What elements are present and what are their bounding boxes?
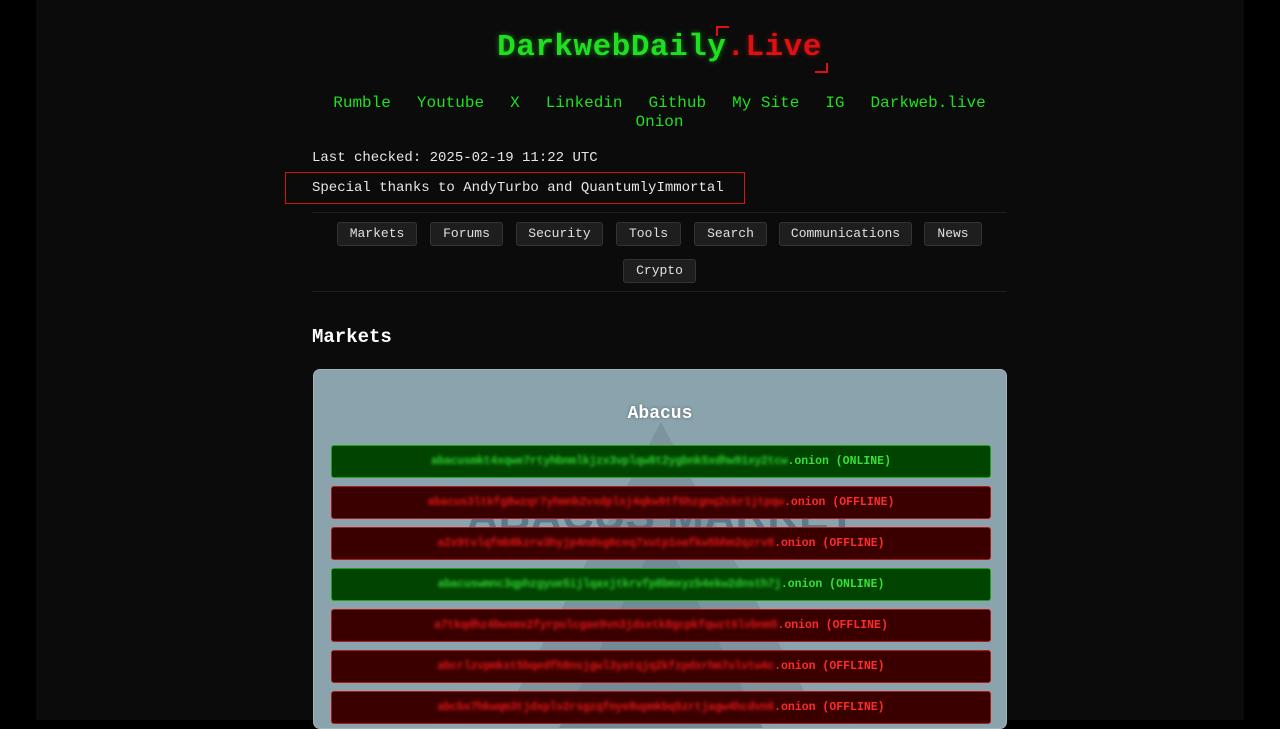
social-links: Rumble Youtube X Linkedin Github My Site… — [312, 94, 1007, 132]
category-button-search[interactable]: Search — [694, 222, 767, 246]
onion-address: a7tkqdhz4bwsmx2fyrpulcgae9vn3jdsxtk8gcpk… — [434, 619, 778, 632]
onion-address: a2x9tvlqfmb8kzrw3hyjp4ndsg6ceq7xutp1oafk… — [437, 537, 775, 550]
onion-address: abcbx7hkwqm3tjdxplv2rsgzqfnye8upmkbq5zrt… — [437, 701, 775, 714]
social-link-ig[interactable]: IG — [825, 94, 844, 113]
social-link-linkedin[interactable]: Linkedin — [546, 94, 623, 113]
link-status: .onion (OFFLINE) — [774, 537, 885, 550]
category-button-tools[interactable]: Tools — [616, 222, 681, 246]
special-thanks-box: Special thanks to AndyTurbo and Quantuml… — [285, 172, 745, 204]
onion-address: abacuswmnc3qphzgyue5ijlqaxjtkrvfp8bmxyzb… — [437, 578, 782, 591]
category-button-markets[interactable]: Markets — [337, 222, 417, 246]
brand-tld-text: .Live — [726, 30, 822, 65]
link-status: .onion (ONLINE) — [780, 578, 885, 591]
market-name: Abacus — [627, 404, 693, 424]
brand-tld: .Live — [716, 26, 828, 73]
onion-link-row[interactable]: a2x9tvlqfmb8kzrw3hyjp4ndsg6ceq7xutp1oafk… — [331, 527, 991, 560]
social-link-x[interactable]: X — [510, 94, 520, 113]
category-button-forums[interactable]: Forums — [430, 222, 503, 246]
social-link-onion[interactable]: Onion — [635, 113, 683, 132]
onion-link-row[interactable]: a7tkqdhz4bwsmx2fyrpulcgae9vn3jdsxtk8gcpk… — [331, 609, 991, 642]
social-link-youtube[interactable]: Youtube — [417, 94, 484, 113]
site-logo[interactable]: DarkwebDaily .Live — [312, 26, 1007, 73]
category-button-communications[interactable]: Communications — [779, 222, 912, 246]
page-container: DarkwebDaily .Live Rumble Youtube X Linke… — [36, 0, 1244, 729]
last-checked-text: Last checked: 2025-02-19 11:22 UTC — [312, 150, 598, 166]
onion-link-row[interactable]: abacus3ltkfg8wzqr7yhmnb2vxdplsj4qkw9tf6h… — [331, 486, 991, 519]
category-button-crypto[interactable]: Crypto — [623, 259, 696, 283]
onion-address: abcrlzvpmkxt5bqedfh8nsjgwl3yatqjq2kfzpdx… — [437, 660, 775, 673]
bracket-corner-bottom-right — [814, 63, 828, 73]
category-button-security[interactable]: Security — [516, 222, 603, 246]
onion-link-row[interactable]: abcrlzvpmkxt5bqedfh8nsjgwl3yatqjq2kfzpdx… — [331, 650, 991, 683]
section-heading-markets: Markets — [312, 326, 392, 348]
link-status: .onion (OFFLINE) — [777, 619, 888, 632]
social-link-darkweb-live[interactable]: Darkweb.live — [871, 94, 986, 113]
onion-address: abacusmkt4xqwe7rtyhbnmlkjzx3vplqw8t2ygbn… — [431, 455, 788, 468]
social-link-rumble[interactable]: Rumble — [333, 94, 391, 113]
category-nav: Markets Forums Security Tools Search Com… — [312, 212, 1007, 292]
onion-address: abacus3ltkfg8wzqr7yhmnb2vxdplsj4qkw9tf6h… — [427, 496, 785, 509]
content-column: DarkwebDaily .Live Rumble Youtube X Linke… — [285, 0, 1007, 729]
link-status: .onion (ONLINE) — [787, 455, 891, 468]
link-status: .onion (OFFLINE) — [784, 496, 895, 509]
onion-link-row[interactable]: abacuswmnc3qphzgyue5ijlqaxjtkrvfp8bmxyzb… — [331, 568, 991, 601]
brand-name: DarkwebDaily — [497, 30, 727, 65]
onion-link-row[interactable]: abacusmkt4xqwe7rtyhbnmlkjzx3vplqw8t2ygbn… — [331, 445, 991, 478]
category-button-news[interactable]: News — [924, 222, 982, 246]
link-status: .onion (OFFLINE) — [774, 660, 885, 673]
social-link-my-site[interactable]: My Site — [732, 94, 799, 113]
bracket-corner-top-left — [716, 26, 730, 36]
link-status: .onion (OFFLINE) — [774, 701, 885, 714]
market-card-abacus: ABACUS MARKET Abacus abacusmkt4xqwe7rtyh… — [313, 369, 1007, 729]
social-link-github[interactable]: Github — [649, 94, 707, 113]
onion-link-row[interactable]: abcbx7hkwqm3tjdxplv2rsgzqfnye8upmkbq5zrt… — [331, 691, 991, 724]
